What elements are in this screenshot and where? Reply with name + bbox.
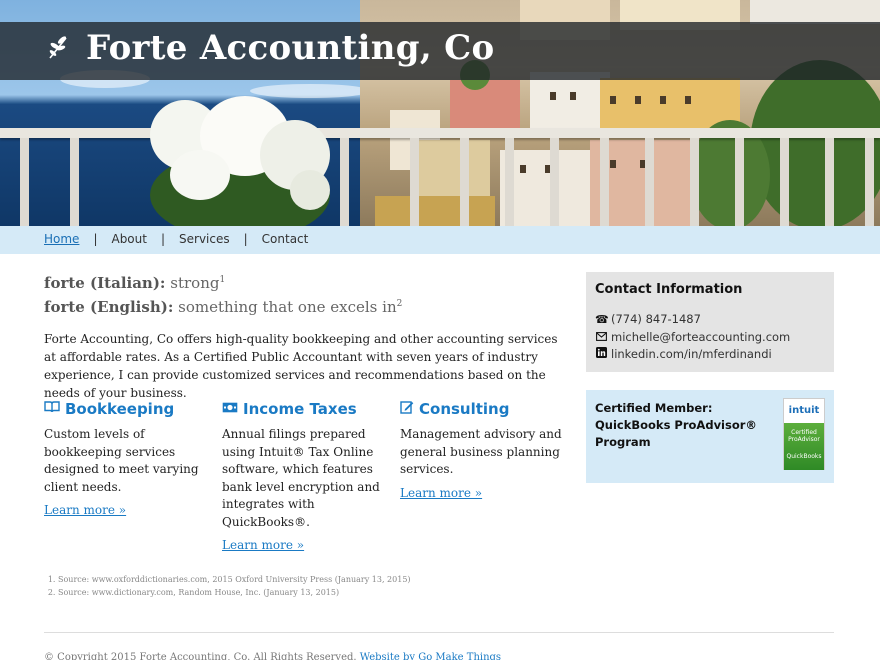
- definition-italian: forte (Italian): strong1: [44, 274, 226, 292]
- learn-more-link[interactable]: Learn more »: [222, 538, 392, 552]
- nav-separator: |: [243, 232, 248, 246]
- nav-separator: |: [93, 232, 98, 246]
- main-nav: Home | About | Services | Contact: [0, 226, 880, 254]
- nav-about[interactable]: About: [111, 232, 146, 246]
- nav-services[interactable]: Services: [179, 232, 230, 246]
- learn-more-link[interactable]: Learn more »: [400, 486, 570, 500]
- service-bookkeeping: Bookkeeping Custom levels of bookkeeping…: [44, 400, 214, 517]
- edit-icon: [400, 400, 414, 418]
- hero-banner: Forte Accounting, Co: [0, 0, 880, 226]
- contact-info-box: Contact Information ☎ (774) 847-1487 mic…: [586, 272, 834, 372]
- footer-credit-link[interactable]: Website by Go Make Things: [360, 652, 501, 660]
- footnote: Source: www.oxforddictionaries.com, 2015…: [58, 573, 411, 586]
- definition-english: forte (English): something that one exce…: [44, 298, 403, 316]
- service-title[interactable]: Bookkeeping: [65, 400, 174, 418]
- envelope-icon: [595, 329, 607, 347]
- quickbooks-proadvisor-badge: intuit Certified ProAdvisor QuickBooks: [783, 398, 825, 470]
- footer-divider: [44, 632, 834, 633]
- service-income-taxes: Income Taxes Annual filings prepared usi…: [222, 400, 392, 552]
- contact-email[interactable]: michelle@forteaccounting.com: [611, 329, 790, 347]
- phone-icon: ☎: [595, 313, 609, 326]
- service-consulting: Consulting Management advisory and gener…: [400, 400, 570, 500]
- service-description: Annual filings prepared using Intuit® Ta…: [222, 427, 380, 529]
- definitions: forte (Italian): strong1 forte (English)…: [44, 270, 402, 318]
- certification-text: Certified Member: QuickBooks ProAdvisor®…: [595, 401, 757, 449]
- site-title[interactable]: Forte Accounting, Co: [86, 28, 494, 68]
- footnotes: Source: www.oxforddictionaries.com, 2015…: [48, 573, 411, 599]
- service-title[interactable]: Consulting: [419, 400, 509, 418]
- learn-more-link[interactable]: Learn more »: [44, 503, 214, 517]
- contact-title: Contact Information: [595, 282, 743, 297]
- nav-contact[interactable]: Contact: [262, 232, 309, 246]
- money-icon: [222, 402, 238, 417]
- service-title[interactable]: Income Taxes: [243, 400, 357, 418]
- service-description: Custom levels of bookkeeping services de…: [44, 427, 199, 494]
- certification-box: Certified Member: QuickBooks ProAdvisor®…: [586, 390, 834, 483]
- service-description: Management advisory and general business…: [400, 427, 562, 476]
- footnote: Source: www.dictionary.com, Random House…: [58, 586, 411, 599]
- intro-paragraph: Forte Accounting, Co offers high-quality…: [44, 332, 558, 400]
- nav-home[interactable]: Home: [44, 232, 79, 246]
- olive-branch-icon: [46, 32, 72, 62]
- book-icon: [44, 401, 60, 417]
- contact-phone[interactable]: (774) 847-1487: [611, 311, 701, 329]
- linkedin-icon: [595, 346, 607, 364]
- footer: © Copyright 2015 Forte Accounting, Co. A…: [44, 652, 501, 660]
- contact-linkedin[interactable]: linkedin.com/in/mferdinandi: [611, 346, 772, 364]
- nav-separator: |: [160, 232, 166, 246]
